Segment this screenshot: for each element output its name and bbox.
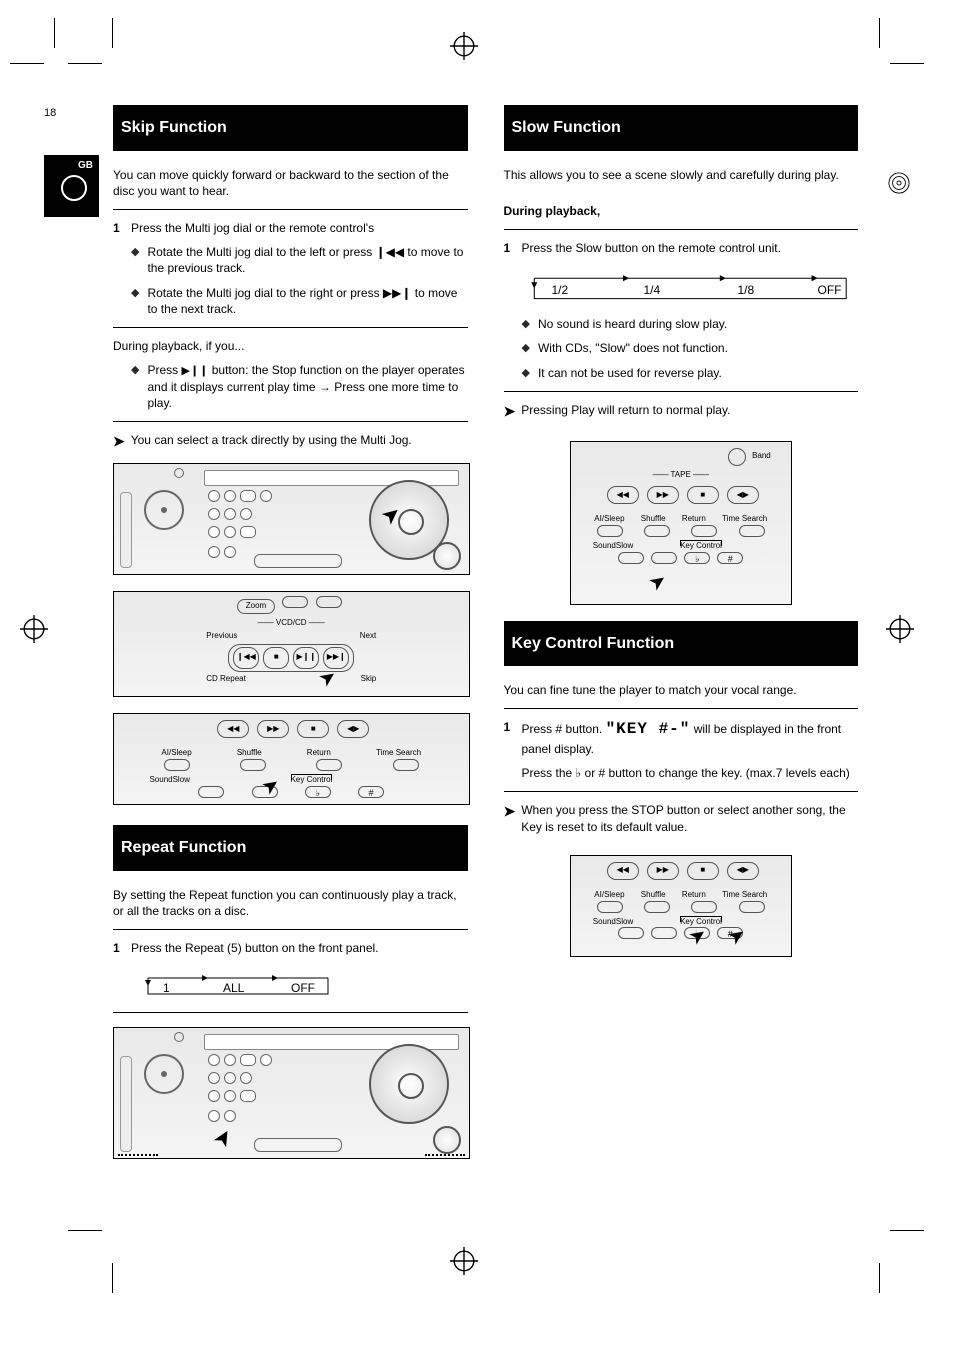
repeat-step-1: 1 Press the Repeat (5) button on the fro…	[113, 940, 468, 956]
registration-mark-icon	[450, 32, 478, 60]
slow-note-3: ◆It can not be used for reverse play.	[522, 365, 859, 381]
remote-lower-illustration: ◀◀ ▶▶ ■ ◀▶ AI/SleepShuffleReturnTime Sea…	[113, 713, 470, 805]
keycontrol-step-1: 1 Press # button. "KEY #-" will be displ…	[504, 719, 859, 757]
skip-multijog-note: ➤ You can select a track directly by usi…	[113, 432, 468, 451]
front-panel-illustration-2: ➤	[113, 1027, 470, 1159]
keycontrol-section-title: Key Control Function	[504, 621, 859, 667]
repeat-section-title: Repeat Function	[113, 825, 468, 871]
display-readout: "KEY #-"	[606, 720, 691, 738]
tape-play-button: ◀▶	[337, 720, 369, 738]
rew-button: ◀◀	[217, 720, 249, 738]
keycontrol-step-1b: Press the ♭ or # button to change the ke…	[522, 765, 859, 781]
repeat-flow-diagram: 1 ALL OFF	[133, 966, 343, 1002]
registration-mark-icon	[886, 615, 914, 643]
sharp-button: #	[358, 786, 384, 798]
slow-step-1: 1 Press the Slow button on the remote co…	[504, 240, 859, 256]
registration-mark-icon	[20, 615, 48, 643]
pointer-arrow-icon: ➤	[644, 566, 673, 598]
slow-note-1: ◆No sound is heard during slow play.	[522, 316, 859, 332]
remote-keycontrol-illustration: ◀◀ ▶▶ ■ ◀▶ AI/SleepShuffleReturnTime Sea…	[570, 855, 792, 957]
front-panel-illustration: ➤	[113, 463, 470, 575]
skip-section-title: Skip Function	[113, 105, 468, 151]
stop-button: ■	[263, 647, 289, 669]
prev-track-button: ❙◀◀	[233, 647, 259, 669]
slow-section-title: Slow Function	[504, 105, 859, 151]
skip-note-intro: During playback, if you...	[113, 338, 468, 354]
slow-note-2: ◆With CDs, "Slow" does not function.	[522, 340, 859, 356]
language-badge: GB	[44, 155, 99, 217]
repeat-intro: By setting the Repeat function you can c…	[113, 887, 468, 919]
slow-note-tail: ➤ Pressing Play will return to normal pl…	[504, 402, 859, 421]
stop-button: ■	[297, 720, 329, 738]
play-pause-glyph: Press ▶❙❙ button:	[147, 363, 248, 377]
remote-transport-illustration: Zoom —— VCD/CD —— PreviousNext ❙◀◀ ■ ▶❙❙…	[113, 591, 470, 697]
flat-button: ♭	[305, 786, 331, 798]
keycontrol-intro: You can fine tune the player to match yo…	[504, 682, 859, 698]
skip-step-1: 1 Press the Multi jog dial or the remote…	[113, 220, 468, 236]
slow-flow-diagram: 1/2 1/4 1/8 OFF	[522, 266, 859, 308]
play-pause-button: ▶❙❙	[293, 647, 319, 669]
disc-icon	[888, 172, 910, 194]
zoom-button-label: Zoom	[237, 599, 275, 614]
ff-button: ▶▶	[257, 720, 289, 738]
slow-intro: This allows you to see a scene slowly an…	[504, 167, 859, 183]
page-number: 18	[44, 106, 56, 121]
skip-intro: You can move quickly forward or backward…	[113, 167, 468, 199]
registration-mark-icon	[450, 1247, 478, 1275]
skip-note-item: ◆ Press ▶❙❙ button: the Stop function on…	[131, 362, 468, 411]
skip-next-bullet: ◆Rotate the Multi jog dial to the right …	[131, 285, 468, 317]
slow-intro-bold: During playback,	[504, 203, 859, 219]
remote-slow-illustration: Band —— TAPE —— ◀◀ ▶▶ ■ ◀▶ AI/SleepShuff…	[570, 441, 792, 605]
keycontrol-note: ➤ When you press the STOP button or sele…	[504, 802, 859, 834]
skip-prev-bullet: ◆Rotate the Multi jog dial to the left o…	[131, 244, 468, 276]
